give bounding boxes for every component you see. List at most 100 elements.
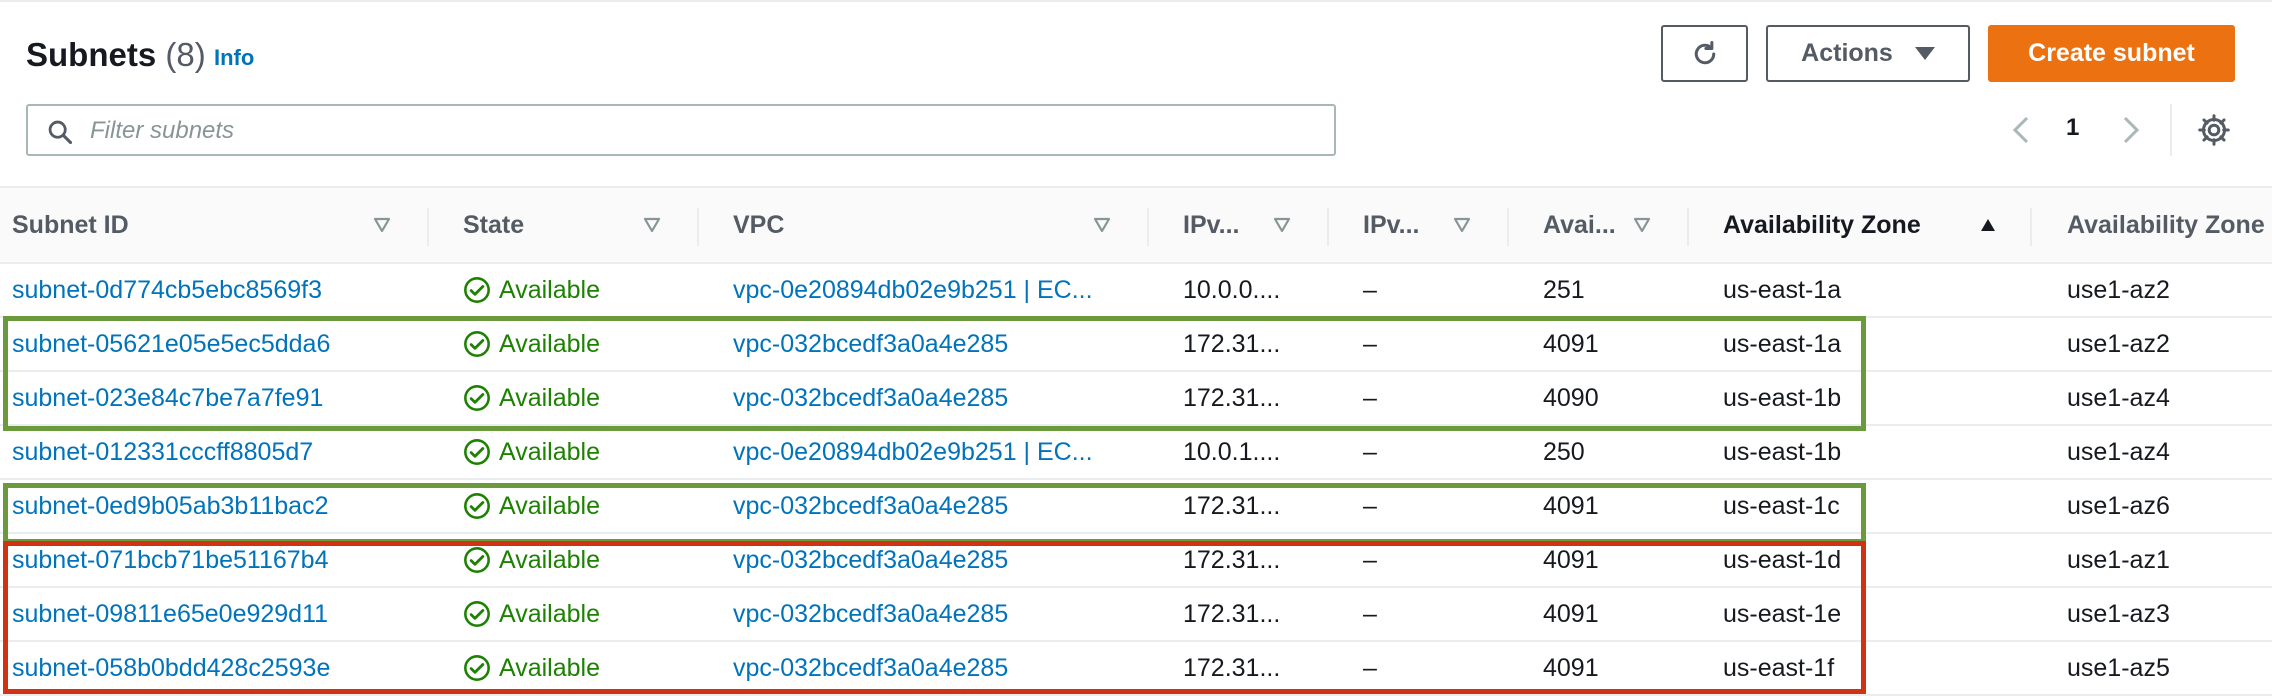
available-ips-cell: 4091	[1543, 653, 1599, 682]
available-ips-cell: 4091	[1543, 599, 1599, 628]
refresh-button[interactable]	[1661, 25, 1748, 82]
availability-zone-cell: us-east-1e	[1723, 599, 1842, 628]
sort-icon[interactable]	[1092, 216, 1112, 234]
table-row[interactable]: subnet-0ed9b05ab3b11bac2 Available vpc-032…	[0, 480, 2272, 534]
ipv6-cidr-cell: –	[1363, 275, 1377, 304]
column-header-state[interactable]: State	[463, 188, 633, 262]
column-header-ipv6[interactable]: IPv...	[1363, 188, 1453, 262]
subnet-id-link[interactable]: subnet-0d774cb5ebc8569f3	[12, 264, 412, 316]
pager-divider	[2170, 104, 2172, 156]
state-cell: Available	[463, 642, 663, 694]
table-row[interactable]: subnet-023e84c7be7a7fe91 Available vpc-032…	[0, 372, 2272, 426]
availability-zone-id-cell: use1-az1	[2067, 545, 2170, 574]
ipv6-cidr-cell: –	[1363, 545, 1377, 574]
column-divider[interactable]	[697, 208, 699, 246]
gear-icon[interactable]	[2196, 112, 2232, 148]
vpc-link[interactable]: vpc-0e20894db02e9b251 | EC...	[733, 264, 1133, 316]
available-ips-cell: 4091	[1543, 545, 1599, 574]
status-check-icon	[464, 331, 490, 357]
state-cell: Available	[463, 372, 663, 424]
state-label: Available	[499, 329, 601, 358]
status-check-icon	[464, 493, 490, 519]
sort-icon[interactable]	[1452, 216, 1472, 234]
next-page-button[interactable]	[2116, 112, 2146, 148]
sort-icon[interactable]	[1272, 216, 1292, 234]
sort-icon[interactable]	[1632, 216, 1652, 234]
previous-page-button[interactable]	[2006, 112, 2036, 148]
subnet-id-link[interactable]: subnet-0ed9b05ab3b11bac2	[12, 480, 412, 532]
column-divider[interactable]	[427, 208, 429, 246]
status-check-icon	[464, 385, 490, 411]
column-divider[interactable]	[1687, 208, 1689, 246]
column-header-availability-zone-id[interactable]: Availability Zone	[2067, 188, 2272, 262]
subnet-id-link[interactable]: subnet-09811e65e0e929d11	[12, 588, 412, 640]
column-header-availability-zone[interactable]: Availability Zone	[1723, 188, 1983, 262]
subnet-count: (8)	[165, 36, 206, 73]
state-cell: Available	[463, 588, 663, 640]
availability-zone-cell: us-east-1b	[1723, 437, 1842, 466]
column-header-vpc[interactable]: VPC	[733, 188, 1083, 262]
chevron-right-icon	[2123, 116, 2140, 144]
table-row[interactable]: subnet-071bcb71be51167b4 Available vpc-032…	[0, 534, 2272, 588]
vpc-link[interactable]: vpc-032bcedf3a0a4e285	[733, 642, 1133, 694]
subnet-id-link[interactable]: subnet-058b0bdd428c2593e	[12, 642, 412, 694]
subnet-id-link[interactable]: subnet-071bcb71be51167b4	[12, 534, 412, 586]
filter-box	[26, 104, 1336, 156]
status-check-icon	[464, 601, 490, 627]
status-check-icon	[464, 655, 490, 681]
column-header-subnet-id[interactable]: Subnet ID	[12, 188, 352, 262]
ipv6-cidr-cell: –	[1363, 491, 1377, 520]
column-divider[interactable]	[1327, 208, 1329, 246]
column-divider[interactable]	[1507, 208, 1509, 246]
availability-zone-cell: us-east-1a	[1723, 329, 1842, 358]
refresh-icon	[1694, 40, 1715, 64]
subnet-id-link[interactable]: subnet-012331cccff8805d7	[12, 426, 412, 478]
state-cell: Available	[463, 318, 663, 370]
ipv4-cidr-cell: 10.0.1....	[1183, 437, 1281, 466]
state-cell: Available	[463, 480, 663, 532]
table-row[interactable]: subnet-058b0bdd428c2593e Available vpc-032…	[0, 642, 2272, 696]
available-ips-cell: 250	[1543, 437, 1585, 466]
sort-icon[interactable]	[642, 216, 662, 234]
state-cell: Available	[463, 426, 663, 478]
ipv4-cidr-cell: 172.31...	[1183, 491, 1281, 520]
state-label: Available	[499, 437, 601, 466]
vpc-link[interactable]: vpc-0e20894db02e9b251 | EC...	[733, 426, 1133, 478]
availability-zone-id-cell: use1-az2	[2067, 329, 2170, 358]
state-label: Available	[499, 275, 601, 304]
ipv6-cidr-cell: –	[1363, 653, 1377, 682]
availability-zone-id-cell: use1-az5	[2067, 653, 2170, 682]
vpc-link[interactable]: vpc-032bcedf3a0a4e285	[733, 318, 1133, 370]
vpc-link[interactable]: vpc-032bcedf3a0a4e285	[733, 372, 1133, 424]
filter-input[interactable]	[88, 112, 1292, 150]
ipv4-cidr-cell: 10.0.0....	[1183, 275, 1281, 304]
available-ips-cell: 251	[1543, 275, 1585, 304]
subnet-id-link[interactable]: subnet-05621e05e5ec5dda6	[12, 318, 412, 370]
vpc-link[interactable]: vpc-032bcedf3a0a4e285	[733, 480, 1133, 532]
vpc-link[interactable]: vpc-032bcedf3a0a4e285	[733, 534, 1133, 586]
info-link[interactable]: Info	[214, 44, 254, 72]
ipv6-cidr-cell: –	[1363, 599, 1377, 628]
table-row[interactable]: subnet-0d774cb5ebc8569f3 Available vpc-0e2…	[0, 264, 2272, 318]
ipv4-cidr-cell: 172.31...	[1183, 383, 1281, 412]
availability-zone-id-cell: use1-az4	[2067, 437, 2170, 466]
sort-icon[interactable]	[372, 216, 392, 234]
availability-zone-cell: us-east-1b	[1723, 383, 1842, 412]
column-header-ipv4[interactable]: IPv...	[1183, 188, 1273, 262]
sort-ascending-icon[interactable]	[1978, 216, 1998, 234]
current-page[interactable]: 1	[2066, 114, 2079, 142]
status-check-icon	[464, 439, 490, 465]
availability-zone-id-cell: use1-az3	[2067, 599, 2170, 628]
column-divider[interactable]	[1147, 208, 1149, 246]
column-header-available-ips[interactable]: Avai...	[1543, 188, 1633, 262]
actions-dropdown-button[interactable]: Actions	[1766, 25, 1970, 82]
table-row[interactable]: subnet-09811e65e0e929d11 Available vpc-032…	[0, 588, 2272, 642]
create-subnet-button[interactable]: Create subnet	[1988, 25, 2235, 82]
table-row[interactable]: subnet-012331cccff8805d7 Available vpc-0e2…	[0, 426, 2272, 480]
subnet-id-link[interactable]: subnet-023e84c7be7a7fe91	[12, 372, 412, 424]
state-label: Available	[499, 383, 601, 412]
vpc-link[interactable]: vpc-032bcedf3a0a4e285	[733, 588, 1133, 640]
status-check-icon	[464, 277, 490, 303]
table-row[interactable]: subnet-05621e05e5ec5dda6 Available vpc-032…	[0, 318, 2272, 372]
column-divider[interactable]	[2030, 208, 2032, 246]
